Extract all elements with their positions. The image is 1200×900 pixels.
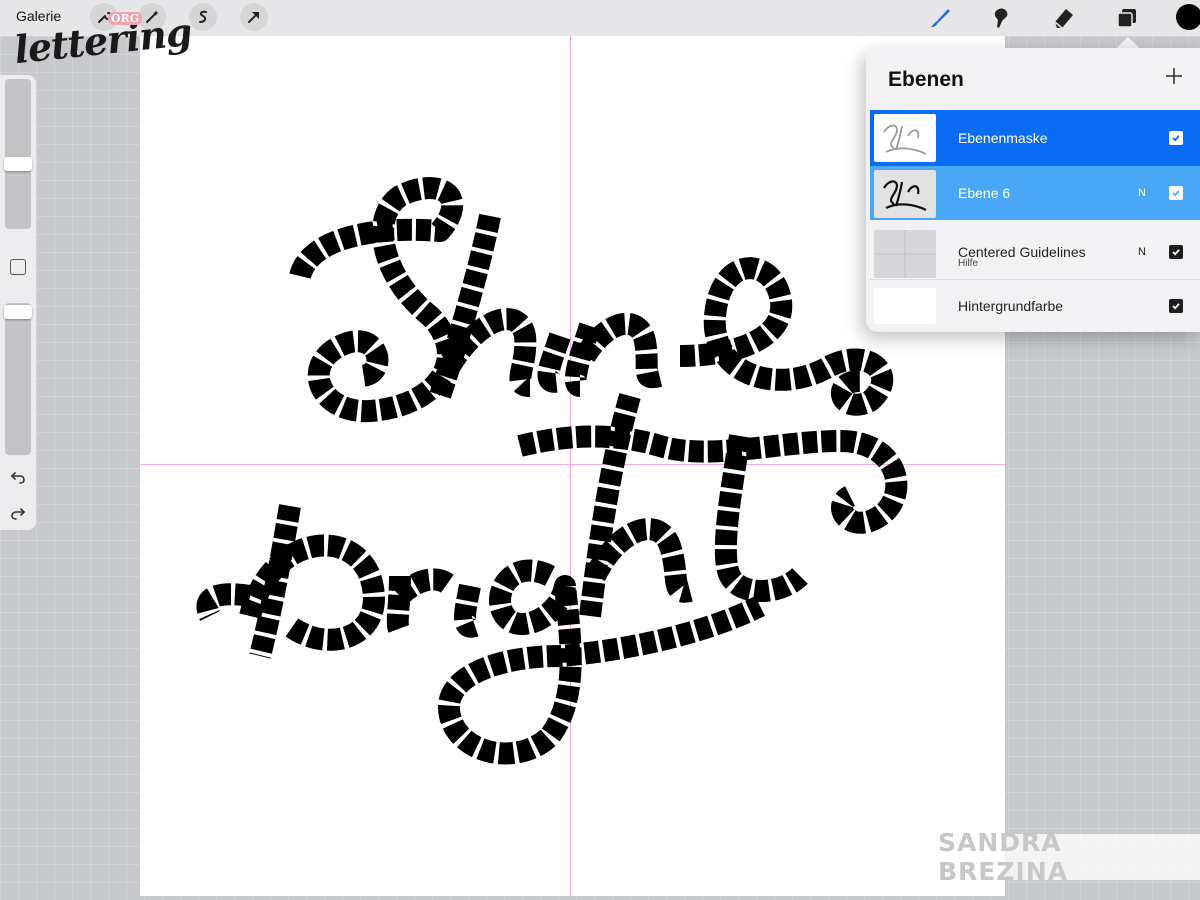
selection-icon[interactable] <box>189 3 217 31</box>
layer-thumbnail <box>874 288 936 324</box>
layer-blend-mode[interactable]: N <box>1138 246 1146 258</box>
opacity-thumb[interactable] <box>4 305 32 319</box>
layer-subtitle: Hilfe <box>958 258 979 269</box>
redo-icon[interactable] <box>6 501 30 525</box>
logo-badge: ORG <box>108 12 143 25</box>
layer-thumbnail <box>874 114 936 162</box>
layer-visibility-checkbox[interactable] <box>1169 245 1183 259</box>
layer-name: Ebenenmaske <box>958 130 1048 146</box>
layer-thumbnail <box>874 230 936 278</box>
layers-icon[interactable] <box>1112 3 1142 33</box>
layer-visibility-checkbox[interactable] <box>1169 186 1183 200</box>
layer-name: Hintergrundfarbe <box>958 298 1064 314</box>
brush-icon[interactable] <box>925 3 955 33</box>
layer-row-ebene-6[interactable]: Ebene 6 N <box>870 166 1200 220</box>
layer-row-ebenenmaske[interactable]: Ebenenmaske <box>870 110 1200 166</box>
color-picker-swatch[interactable] <box>1176 4 1200 30</box>
eraser-icon[interactable] <box>1049 3 1079 33</box>
smudge-icon[interactable] <box>987 3 1017 33</box>
layers-panel: Ebenen Ebenenmaske Ebene 6 N Centered Gu… <box>866 48 1200 332</box>
lettering-logo: lettering ORG <box>12 4 193 72</box>
watermark: SANDRA BREZINA <box>938 828 1200 886</box>
brush-size-slider[interactable] <box>5 79 31 229</box>
layer-row-hintergrundfarbe[interactable]: Hintergrundfarbe <box>870 284 1200 328</box>
left-sidebar <box>0 75 36 530</box>
layer-visibility-checkbox[interactable] <box>1169 299 1183 313</box>
layer-name: Ebene 6 <box>958 185 1011 201</box>
undo-icon[interactable] <box>6 465 30 489</box>
modify-button[interactable] <box>10 259 26 275</box>
layer-visibility-checkbox[interactable] <box>1169 131 1183 145</box>
opacity-slider[interactable] <box>5 303 31 455</box>
brush-size-thumb[interactable] <box>4 157 32 171</box>
transform-arrow-icon[interactable] <box>240 3 268 31</box>
layer-thumbnail <box>874 170 936 218</box>
layer-row-centered-guidelines[interactable]: Centered Guidelines Hilfe N <box>870 226 1200 280</box>
add-layer-button[interactable] <box>1162 64 1186 88</box>
layer-blend-mode[interactable]: N <box>1138 187 1146 199</box>
panel-title: Ebenen <box>888 68 964 91</box>
